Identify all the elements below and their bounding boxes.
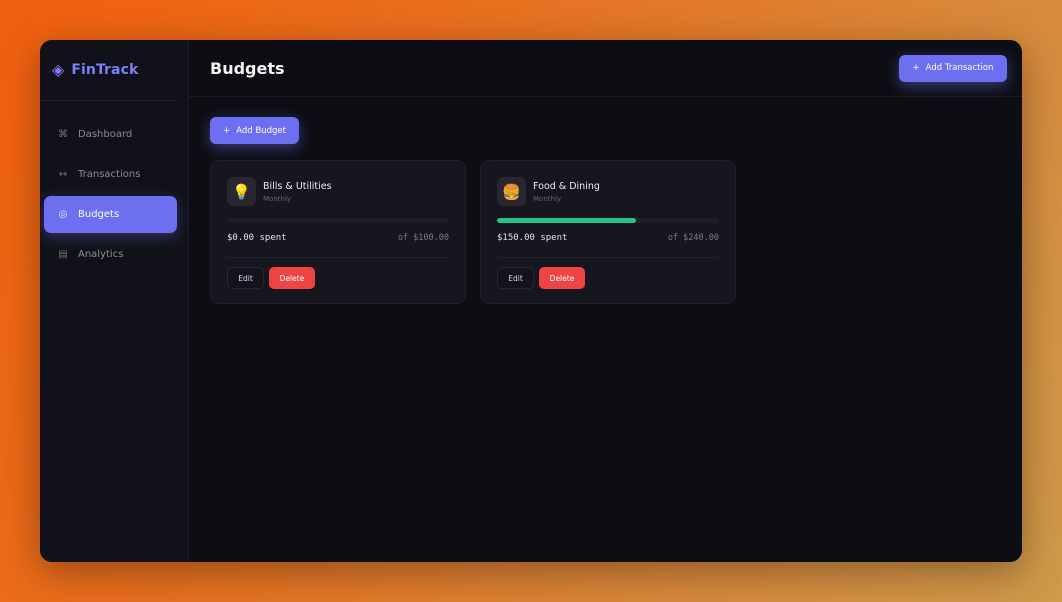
add-transaction-label: Add Transaction xyxy=(925,63,994,73)
budget-card-bills-utilities: 💡 Bills & Utilities Monthly $0.00 spent … xyxy=(210,160,466,304)
topbar: Budgets + Add Transaction xyxy=(189,40,1022,97)
add-budget-label: Add Budget xyxy=(236,125,286,136)
add-transaction-button[interactable]: + Add Transaction xyxy=(899,54,1007,82)
edit-button[interactable]: Edit xyxy=(497,267,534,289)
burger-icon: 🍔 xyxy=(497,177,526,206)
budget-progress-bar xyxy=(497,218,719,223)
divider xyxy=(497,257,719,258)
sidebar-item-analytics[interactable]: ▤ Analytics xyxy=(44,236,177,273)
analytics-icon: ▤ xyxy=(58,249,68,260)
dashboard-icon: ⌘ xyxy=(58,129,68,140)
sidebar-item-transactions[interactable]: ↔ Transactions xyxy=(44,156,177,193)
add-budget-button[interactable]: + Add Budget xyxy=(210,117,299,144)
budget-progress-bar xyxy=(227,218,449,223)
delete-button[interactable]: Delete xyxy=(269,267,315,289)
budget-amounts: $150.00 spent of $240.00 xyxy=(497,233,719,243)
sidebar: ◈ FinTrack ⌘ Dashboard ↔ Transactions ◎ … xyxy=(40,40,189,562)
sidebar-item-label: Transactions xyxy=(78,169,141,180)
budget-spent: $150.00 spent xyxy=(497,233,568,243)
plus-icon: + xyxy=(912,63,920,73)
budget-amounts: $0.00 spent of $100.00 xyxy=(227,233,449,243)
page-title: Budgets xyxy=(210,58,285,78)
budget-card-header: 🍔 Food & Dining Monthly xyxy=(497,177,719,206)
budget-name: Bills & Utilities xyxy=(263,180,332,192)
budget-info: Food & Dining Monthly xyxy=(533,181,600,203)
budget-actions: Edit Delete xyxy=(497,267,585,289)
budget-actions: Edit Delete xyxy=(227,267,315,289)
lightbulb-icon: 💡 xyxy=(227,177,256,206)
sidebar-item-label: Budgets xyxy=(78,209,120,220)
plus-icon: + xyxy=(223,125,231,136)
budget-total: of $100.00 xyxy=(397,233,449,243)
budget-cards: 💡 Bills & Utilities Monthly $0.00 spent … xyxy=(210,160,736,304)
delete-button[interactable]: Delete xyxy=(539,267,585,289)
transactions-icon: ↔ xyxy=(58,169,68,180)
main-content: Budgets + Add Transaction + Add Budget 💡… xyxy=(189,40,1022,562)
brand-name: FinTrack xyxy=(71,62,139,78)
sidebar-item-dashboard[interactable]: ⌘ Dashboard xyxy=(44,116,177,153)
divider xyxy=(227,257,449,258)
logo-icon: ◈ xyxy=(52,60,65,79)
budgets-icon: ◎ xyxy=(58,209,68,220)
budget-spent: $0.00 spent xyxy=(227,233,287,243)
budget-period: Monthly xyxy=(533,194,562,203)
sidebar-item-label: Dashboard xyxy=(78,129,133,140)
brand[interactable]: ◈ FinTrack xyxy=(40,40,178,101)
app-window: ◈ FinTrack ⌘ Dashboard ↔ Transactions ◎ … xyxy=(40,40,1022,562)
budget-info: Bills & Utilities Monthly xyxy=(263,181,332,203)
sidebar-item-label: Analytics xyxy=(78,249,124,260)
budget-card-food-dining: 🍔 Food & Dining Monthly $150.00 spent of… xyxy=(480,160,736,304)
budget-total: of $240.00 xyxy=(667,233,719,243)
sidebar-nav: ⌘ Dashboard ↔ Transactions ◎ Budgets ▤ A… xyxy=(40,101,188,273)
edit-button[interactable]: Edit xyxy=(227,267,264,289)
sidebar-item-budgets[interactable]: ◎ Budgets xyxy=(44,196,177,233)
budget-progress-fill xyxy=(497,218,636,223)
budget-name: Food & Dining xyxy=(533,180,600,192)
budget-card-header: 💡 Bills & Utilities Monthly xyxy=(227,177,449,206)
budget-period: Monthly xyxy=(263,194,292,203)
